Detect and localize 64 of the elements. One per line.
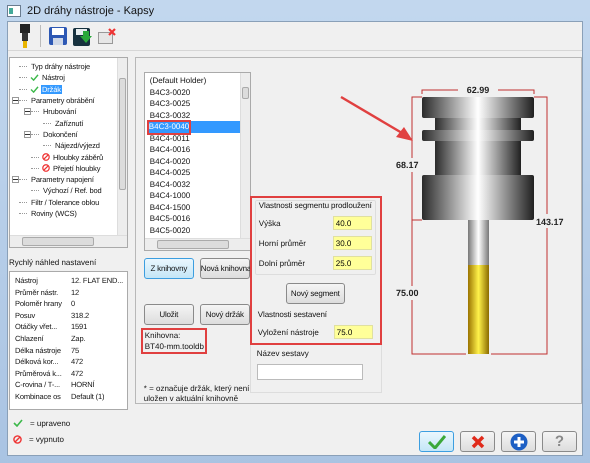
legend-text: = vypnuto <box>29 434 64 444</box>
group-title: Vlastnosti segmentu prodloužení <box>258 201 372 210</box>
list-item[interactable]: B4C4-1000 <box>148 190 240 202</box>
button[interactable]: Nová knihovna <box>200 258 250 279</box>
list-item[interactable]: B4C4-0032 <box>148 178 240 190</box>
list-item[interactable]: B4C5-0016 <box>148 213 240 224</box>
library-label: Knihovna: <box>144 331 182 340</box>
list-item[interactable]: B4C4-0011 <box>148 132 240 144</box>
window-title: 2D dráhy nástroje - Kapsy <box>27 4 154 16</box>
save-icon[interactable] <box>49 27 67 45</box>
close-icon <box>470 434 484 448</box>
list-item[interactable]: B4C3-0032 <box>148 110 240 121</box>
new-segment-button[interactable]: Nový segment <box>286 283 345 304</box>
vertical-scrollbar[interactable] <box>116 58 127 235</box>
collapse-toggle[interactable] <box>12 97 19 104</box>
field-label: Dolní průměr <box>258 258 306 268</box>
tool-holder-icon[interactable] <box>18 24 32 48</box>
disabled-icon <box>13 434 22 444</box>
vertical-scrollbar[interactable] <box>240 73 250 238</box>
library-name: BT40-mm.tooldb <box>144 342 203 351</box>
input-field[interactable]: 25.0 <box>332 256 372 270</box>
button[interactable]: Uložit <box>144 304 194 325</box>
list-item[interactable]: B4C4-1500 <box>148 202 240 213</box>
field-label: Výška <box>258 218 281 228</box>
add-button[interactable] <box>501 431 536 452</box>
legend-text: = upraveno <box>30 418 70 428</box>
input-field[interactable]: 30.0 <box>332 236 372 250</box>
button[interactable]: Nový držák <box>200 304 250 325</box>
list-item[interactable]: B4C4-0025 <box>148 167 240 178</box>
group-title: Vlastnosti sestavení <box>258 310 328 319</box>
field-label: Horní průměr <box>258 238 306 248</box>
card-delete-icon[interactable] <box>98 28 117 44</box>
note-text: * = označuje držák, který není uložen v aktuální knihovně <box>144 384 250 404</box>
collapse-toggle[interactable] <box>24 130 31 138</box>
list-item[interactable]: B4C4-0016 <box>148 144 240 156</box>
window-icon <box>7 4 21 16</box>
input-field[interactable]: 75.0 <box>334 325 373 339</box>
input-field[interactable]: 40.0 <box>332 216 372 230</box>
annotation-frame <box>146 120 191 135</box>
list-item[interactable]: B4C3-0020 <box>148 86 240 98</box>
list-item[interactable]: B4C5-0020 <box>148 224 240 236</box>
input-field[interactable] <box>256 364 363 380</box>
ok-button[interactable] <box>419 431 454 452</box>
field-label: Vyložení nástroje <box>258 328 319 336</box>
list-item[interactable]: B4C3-0025 <box>148 98 240 110</box>
horizontal-scrollbar[interactable] <box>144 238 250 250</box>
button[interactable]: Z knihovny <box>144 258 194 279</box>
check-icon <box>428 434 446 448</box>
dimension-label: 62.99 <box>466 85 490 95</box>
section-title: Rychlý náhled nastavení <box>9 258 98 267</box>
disabled-icon <box>42 164 50 172</box>
collapse-toggle[interactable] <box>12 176 19 184</box>
dimension-label: 68.17 <box>396 160 418 170</box>
horizontal-scrollbar[interactable] <box>10 235 127 247</box>
list-item[interactable]: B4C4-0020 <box>148 156 240 167</box>
check-icon <box>13 419 23 427</box>
cancel-button[interactable] <box>460 431 495 452</box>
field-label: Název sestavy <box>256 349 310 358</box>
dimension-label: 75.00 <box>396 288 418 298</box>
dimension-label: 143.17 <box>536 217 564 227</box>
collapse-toggle[interactable] <box>24 108 31 116</box>
list-item[interactable]: (Default Holder) <box>148 75 240 86</box>
plus-icon <box>510 432 528 450</box>
disabled-icon <box>42 153 50 162</box>
